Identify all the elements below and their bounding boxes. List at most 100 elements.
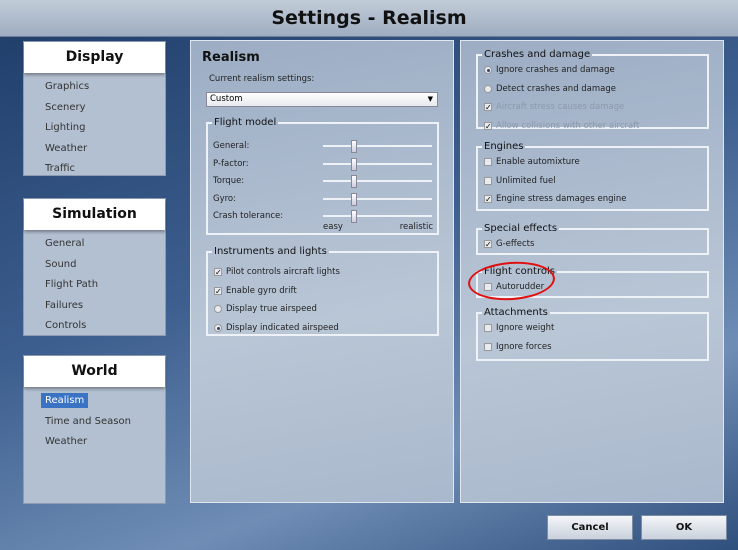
sidebar-item-scenery[interactable]: Scenery	[24, 98, 165, 119]
option-label: Enable gyro drift	[226, 285, 297, 296]
section-header: World	[24, 356, 165, 387]
slider-thumb[interactable]	[350, 140, 357, 153]
radio-ignore-crashes-and-damage[interactable]: Ignore crashes and damage	[484, 65, 615, 75]
checkbox-pilot-controls-aircraft-lights[interactable]: ✓ Pilot controls aircraft lights	[214, 267, 340, 277]
option-label: Unlimited fuel	[496, 175, 556, 186]
group-legend: Instruments and lights	[214, 246, 327, 257]
slider-label: Crash tolerance:	[213, 211, 284, 221]
slider-label: Gyro:	[213, 193, 236, 204]
group-special-effects: Special effects ✓ G-effects	[476, 223, 709, 255]
window-title: Settings - Realism	[271, 7, 467, 29]
radio-icon	[484, 84, 492, 93]
sidebar-item-graphics[interactable]: Graphics	[24, 77, 165, 98]
sidebar-item-label: Time and Season	[45, 415, 131, 427]
checkbox-enable-gyro-drift[interactable]: ✓ Enable gyro drift	[214, 286, 297, 296]
sidebar-item-label: Flight Path	[45, 279, 99, 290]
slider-gyro[interactable]	[323, 192, 432, 206]
option-label: Display true airspeed	[226, 304, 317, 314]
checkbox-icon	[484, 324, 492, 332]
slider-crash-tolerance[interactable]	[323, 210, 432, 223]
checkbox-g-effects[interactable]: ✓ G-effects	[484, 239, 534, 249]
slider-track	[323, 197, 432, 200]
slider-thumb[interactable]	[350, 210, 357, 223]
option-label: Detect crashes and damage	[496, 83, 617, 94]
radio-display-indicated-airspeed[interactable]: Display indicated airspeed	[214, 323, 339, 333]
slider-torque[interactable]	[323, 175, 432, 188]
checkbox-checked-icon: ✓	[214, 268, 222, 277]
option-label: Ignore crashes and damage	[496, 65, 615, 75]
group-engines: Engines Enable automixture Unlimited fuel ✓…	[476, 141, 709, 211]
group-legend: Attachments	[484, 307, 548, 318]
sidebar-item-label: Sound	[45, 258, 77, 270]
panel-title: Realism	[202, 50, 260, 65]
option-label: Ignore forces	[496, 341, 552, 352]
slider-track	[323, 215, 432, 217]
slider-thumb[interactable]	[350, 192, 357, 206]
slider-track	[323, 180, 432, 182]
sidebar-item-sound[interactable]: Sound	[24, 255, 165, 276]
sidebar-item-failures[interactable]: Failures	[24, 296, 165, 317]
slider-track	[323, 145, 432, 147]
slider-max-label: realistic	[399, 222, 433, 232]
checkbox-checked-icon: ✓	[484, 240, 492, 249]
checkbox-icon	[484, 342, 492, 351]
checkbox-checked-icon: ✓	[484, 121, 492, 131]
option-label: Engine stress damages engine	[496, 194, 627, 204]
slider-label: Torque:	[213, 176, 245, 186]
radio-detect-crashes-and-damage[interactable]: Detect crashes and damage	[484, 84, 616, 94]
group-legend: Engines	[484, 141, 524, 152]
option-label: Pilot controls aircraft lights	[226, 267, 340, 277]
section-header: Display	[24, 42, 165, 73]
flight-model-group: Flight model General: P-factor: Torque: Gyr…	[206, 117, 439, 235]
title-bar: Settings - Realism	[0, 0, 738, 37]
checkbox-unlimited-fuel[interactable]: Unlimited fuel	[484, 176, 556, 186]
option-label: Aircraft stress causes damage	[496, 102, 625, 112]
cancel-button[interactable]: Cancel	[547, 515, 633, 540]
checkbox-engine-stress-damages-engine[interactable]: ✓ Engine stress damages engine	[484, 194, 627, 204]
slider-label: General:	[213, 141, 250, 151]
sidebar-item-controls[interactable]: Controls	[24, 316, 165, 337]
sidebar-item-time-and-season[interactable]: Time and Season	[24, 412, 165, 433]
slider-label: P-factor:	[213, 158, 249, 169]
checkbox-ignore-forces[interactable]: Ignore forces	[484, 342, 552, 352]
ok-button[interactable]: OK	[641, 515, 727, 540]
realism-preset-dropdown[interactable]: Custom ▼	[206, 92, 438, 107]
option-label: Enable automixture	[496, 157, 580, 167]
radio-icon	[214, 305, 222, 313]
group-legend: Crashes and damage	[484, 49, 591, 60]
sidebar-item-weather[interactable]: Weather	[24, 432, 165, 453]
checkbox-checked-icon: ✓	[484, 195, 492, 204]
slider-track	[323, 162, 432, 165]
option-label: Ignore weight	[496, 323, 555, 333]
sidebar-item-general[interactable]: General	[24, 234, 165, 255]
slider-p-factor[interactable]	[323, 157, 432, 171]
sidebar-item-lighting[interactable]: Lighting	[24, 118, 165, 139]
sidebar-item-label: Weather	[45, 436, 88, 447]
sidebar-item-label: Graphics	[45, 81, 90, 92]
sidebar-item-realism[interactable]: Realism	[24, 391, 165, 412]
sidebar-item-weather[interactable]: Weather	[24, 139, 165, 160]
slider-thumb[interactable]	[350, 175, 357, 188]
slider-thumb[interactable]	[350, 157, 357, 171]
radio-selected-icon	[484, 66, 492, 74]
chevron-down-icon: ▼	[427, 95, 433, 103]
checkbox-icon	[484, 176, 492, 185]
checkbox-checked-icon: ✓	[484, 103, 492, 112]
sidebar-item-flight-path[interactable]: Flight Path	[24, 275, 165, 296]
sidebar-item-label: Failures	[45, 299, 84, 311]
section-header: Simulation	[24, 199, 165, 230]
sidebar-item-label: General	[45, 238, 85, 249]
slider-general[interactable]	[323, 140, 432, 153]
current-settings-label: Current realism settings:	[209, 74, 315, 84]
sidebar-item-traffic[interactable]: Traffic	[24, 159, 165, 180]
radio-display-true-airspeed[interactable]: Display true airspeed	[214, 304, 317, 314]
checkbox-ignore-weight[interactable]: Ignore weight	[484, 323, 554, 333]
slider-min-label: easy	[323, 222, 343, 232]
preset-value: Custom	[210, 94, 243, 104]
checkbox-enable-automixture[interactable]: Enable automixture	[484, 157, 580, 167]
checkbox-icon	[484, 158, 492, 166]
checkbox-aircraft-stress-causes-damage: ✓ Aircraft stress causes damage	[484, 102, 624, 112]
sidebar-section-world: World Realism Time and Season Weather	[23, 355, 166, 504]
checkbox-allow-collisions-with-other-aircraft: ✓ Allow collisions with other aircraft	[484, 121, 639, 131]
sidebar-item-label: Traffic	[45, 163, 76, 174]
